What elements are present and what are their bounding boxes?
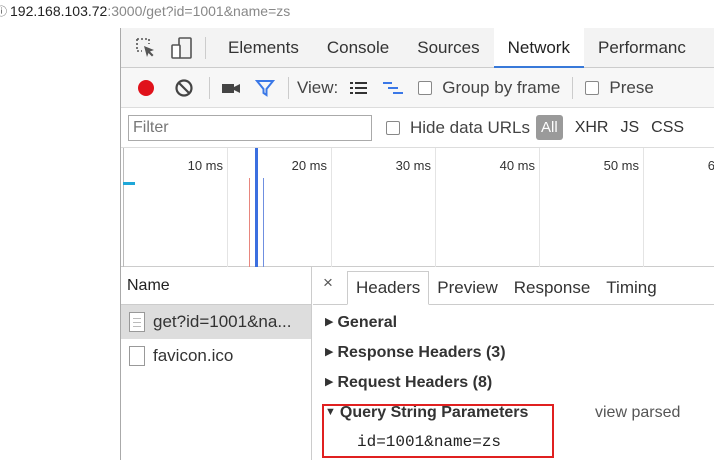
hide-data-urls-checkbox[interactable] <box>386 120 400 135</box>
camera-icon[interactable] <box>216 73 246 103</box>
timeline-grid-line <box>123 148 124 267</box>
load-event-line <box>249 178 250 267</box>
section-response-headers[interactable]: ▶ Response Headers (3) <box>325 344 506 362</box>
request-bar <box>123 182 135 185</box>
clear-icon[interactable] <box>169 73 199 103</box>
expand-triangle-icon: ▶ <box>325 346 334 358</box>
timeline-tick-label: 30 ms <box>395 158 431 173</box>
tab-console[interactable]: Console <box>313 28 403 68</box>
device-toolbar-icon[interactable] <box>167 33 197 63</box>
url-host: 192.168.103.72 <box>10 3 108 19</box>
section-label: General <box>337 314 398 331</box>
group-by-frame-label: Group by frame <box>442 77 561 97</box>
document-icon <box>129 312 145 332</box>
filter-bar: Hide data URLs All XHR JS CSS <box>121 108 714 148</box>
divider <box>209 76 210 99</box>
timeline-grid-line <box>227 148 228 267</box>
address-bar[interactable]: ⓘ 192.168.103.72:3000/get?id=1001&name=z… <box>0 0 714 22</box>
tab-timing[interactable]: Timing <box>598 272 664 304</box>
group-by-frame-checkbox[interactable] <box>418 80 433 95</box>
devtools-tabbar: Elements Console Sources Network Perform… <box>121 28 714 68</box>
timeline-tick-label: 50 ms <box>603 158 639 173</box>
section-request-headers[interactable]: ▶ Request Headers (8) <box>325 374 492 392</box>
tab-performance[interactable]: Performanc <box>584 28 700 68</box>
view-label: View: <box>297 77 339 97</box>
filter-all-button[interactable]: All <box>536 115 563 140</box>
section-label: Response Headers (3) <box>337 344 506 361</box>
section-label: Request Headers (8) <box>337 374 493 391</box>
dom-content-loaded-line <box>255 148 258 267</box>
devtools-panel: Elements Console Sources Network Perform… <box>120 28 714 460</box>
hide-data-urls-label: Hide data URLs <box>410 117 531 137</box>
detail-tabbar: × Headers Preview Response Timing <box>313 267 714 305</box>
close-detail-icon[interactable]: × <box>317 268 339 304</box>
expand-triangle-icon: ▶ <box>325 376 334 388</box>
section-general[interactable]: ▶ General <box>325 314 397 332</box>
divider <box>288 76 289 99</box>
tab-elements[interactable]: Elements <box>214 28 313 68</box>
tab-sources[interactable]: Sources <box>403 28 493 68</box>
network-toolbar: View: Group by frame Prese <box>121 68 714 108</box>
url-path: :3000/get?id=1001&name=zs <box>107 3 291 19</box>
highlight-box <box>322 404 554 458</box>
document-icon <box>129 346 145 366</box>
timeline-grid-line <box>643 148 644 267</box>
large-rows-icon[interactable] <box>344 73 374 103</box>
filter-js-button[interactable]: JS <box>620 119 639 137</box>
timeline-tick-label: 40 ms <box>499 158 535 173</box>
tab-preview[interactable]: Preview <box>429 272 505 304</box>
requests-pane: Name get?id=1001&na... favicon.ico <box>121 267 312 460</box>
timeline-tick-label: 10 ms <box>187 158 223 173</box>
name-column-header[interactable]: Name <box>121 267 311 305</box>
record-icon[interactable] <box>131 73 161 103</box>
filter-css-button[interactable]: CSS <box>651 119 684 137</box>
timeline-tick-label: 6 <box>665 158 714 173</box>
waterfall-icon[interactable] <box>378 73 408 103</box>
timeline-grid-line <box>435 148 436 267</box>
filter-icon[interactable] <box>250 73 280 103</box>
timeline-grid-line <box>331 148 332 267</box>
timeline-grid-line <box>539 148 540 267</box>
tab-headers[interactable]: Headers <box>347 271 430 305</box>
preserve-log-checkbox[interactable] <box>585 80 600 95</box>
divider <box>572 76 574 99</box>
filter-input[interactable] <box>128 114 372 141</box>
request-name: get?id=1001&na... <box>153 312 292 331</box>
info-icon[interactable]: ⓘ <box>0 3 7 19</box>
filter-xhr-button[interactable]: XHR <box>575 119 609 137</box>
request-name: favicon.ico <box>153 346 234 365</box>
request-row[interactable]: favicon.ico <box>121 339 311 373</box>
preserve-log-label: Prese <box>609 77 654 97</box>
divider <box>205 36 206 59</box>
view-parsed-link[interactable]: view parsed <box>595 404 680 422</box>
tab-network[interactable]: Network <box>493 28 584 68</box>
timeline-tick-label: 20 ms <box>291 158 327 173</box>
request-row[interactable]: get?id=1001&na... <box>121 305 311 339</box>
finish-line <box>263 178 264 267</box>
tab-response[interactable]: Response <box>506 272 599 304</box>
inspect-element-icon[interactable] <box>131 33 161 63</box>
expand-triangle-icon: ▶ <box>325 316 334 328</box>
timeline-overview[interactable]: 10 ms 20 ms 30 ms 40 ms 50 ms 6 <box>121 148 714 267</box>
